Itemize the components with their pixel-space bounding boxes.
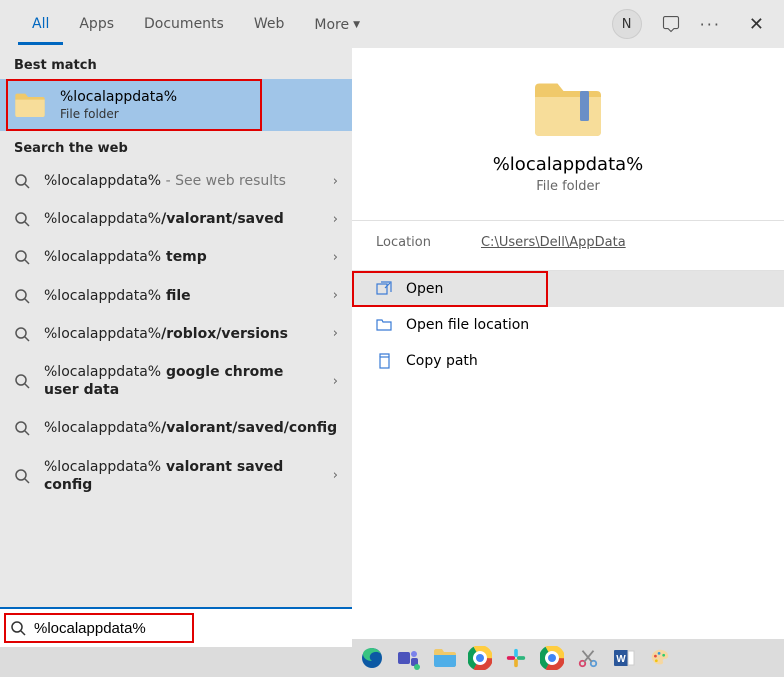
filter-tabs: All Apps Documents Web More▼ <box>18 4 374 45</box>
best-match-wrapper: %localappdata% File folder <box>0 79 352 131</box>
folder-icon <box>14 91 46 119</box>
action-open-location[interactable]: Open file location <box>352 307 784 343</box>
web-result-text: %localappdata% - See web results <box>44 172 319 190</box>
tab-more[interactable]: More▼ <box>300 4 374 45</box>
taskbar: W <box>352 639 784 677</box>
chevron-right-icon: › <box>333 212 338 227</box>
preview-title: %localappdata% <box>493 154 644 175</box>
web-result-text: %localappdata% valorant saved config <box>44 458 319 494</box>
web-result-5[interactable]: %localappdata% google chrome user data › <box>0 353 352 409</box>
folder-open-icon <box>376 317 392 333</box>
taskbar-snip[interactable] <box>574 644 602 672</box>
preview-subtitle: File folder <box>536 179 600 194</box>
taskbar-edge[interactable] <box>358 644 386 672</box>
best-match-title: %localappdata% <box>60 89 177 105</box>
search-web-header: Search the web <box>0 131 352 162</box>
location-row: Location C:\Users\Dell\AppData <box>352 221 784 264</box>
action-open-location-label: Open file location <box>406 317 529 333</box>
best-match-subtitle: File folder <box>60 107 177 121</box>
chevron-right-icon: › <box>333 468 338 483</box>
taskbar-left <box>0 647 352 677</box>
results-pane: Best match %localappdata% File folder Se… <box>0 48 352 647</box>
location-label: Location <box>376 235 431 250</box>
web-result-3[interactable]: %localappdata% file › <box>0 277 352 315</box>
close-button[interactable]: ✕ <box>741 10 772 39</box>
titlebar: All Apps Documents Web More▼ N ··· ✕ <box>0 0 784 48</box>
feedback-icon[interactable] <box>662 15 680 33</box>
taskbar-slack[interactable] <box>502 644 530 672</box>
search-bar[interactable] <box>0 607 352 647</box>
web-results-list: %localappdata% - See web results › %loca… <box>0 162 352 504</box>
web-result-text: %localappdata% google chrome user data <box>44 363 319 399</box>
chevron-down-icon: ▼ <box>353 20 360 30</box>
search-icon <box>14 373 30 389</box>
search-window: All Apps Documents Web More▼ N ··· ✕ Bes… <box>0 0 784 647</box>
search-icon <box>10 620 26 636</box>
chevron-right-icon: › <box>333 374 338 389</box>
chevron-right-icon: › <box>333 250 338 265</box>
more-options-icon[interactable]: ··· <box>700 15 721 34</box>
web-result-text: %localappdata% file <box>44 287 319 305</box>
search-icon <box>14 288 30 304</box>
tab-web[interactable]: Web <box>240 4 299 45</box>
taskbar-chrome-alt[interactable] <box>538 644 566 672</box>
taskbar-explorer[interactable] <box>430 644 458 672</box>
search-icon <box>14 326 30 342</box>
user-avatar[interactable]: N <box>612 9 642 39</box>
web-result-4[interactable]: %localappdata%/roblox/versions › <box>0 315 352 353</box>
chevron-right-icon: › <box>333 288 338 303</box>
web-result-1[interactable]: %localappdata%/valorant/saved › <box>0 200 352 238</box>
action-copy-path-label: Copy path <box>406 353 478 369</box>
best-match-item[interactable]: %localappdata% File folder <box>6 79 262 131</box>
best-match-header: Best match <box>0 48 352 79</box>
web-result-6[interactable]: %localappdata%/valorant/saved/config › <box>0 409 352 447</box>
web-result-0[interactable]: %localappdata% - See web results › <box>0 162 352 200</box>
taskbar-word[interactable]: W <box>610 644 638 672</box>
web-result-text: %localappdata% temp <box>44 248 319 266</box>
search-icon <box>14 468 30 484</box>
open-icon <box>376 281 392 297</box>
folder-icon-large <box>532 78 604 140</box>
web-result-2[interactable]: %localappdata% temp › <box>0 238 352 276</box>
search-input[interactable] <box>34 620 342 637</box>
copy-icon <box>376 353 392 369</box>
titlebar-actions: N ··· ✕ <box>612 9 772 39</box>
tab-documents[interactable]: Documents <box>130 4 238 45</box>
content-area: Best match %localappdata% File folder Se… <box>0 48 784 647</box>
action-open-label: Open <box>406 281 443 297</box>
taskbar-teams[interactable] <box>394 644 422 672</box>
web-result-text: %localappdata%/valorant/saved <box>44 210 319 228</box>
best-match-text: %localappdata% File folder <box>60 89 177 121</box>
location-link[interactable]: C:\Users\Dell\AppData <box>481 235 626 250</box>
preview-header: %localappdata% File folder <box>352 48 784 214</box>
web-result-text: %localappdata%/valorant/saved/config <box>44 419 337 437</box>
chevron-right-icon: › <box>333 326 338 341</box>
svg-text:W: W <box>616 654 626 665</box>
web-result-7[interactable]: %localappdata% valorant saved config › <box>0 448 352 504</box>
search-icon <box>14 211 30 227</box>
preview-pane: %localappdata% File folder Location C:\U… <box>352 48 784 647</box>
search-icon <box>14 173 30 189</box>
action-copy-path[interactable]: Copy path <box>352 343 784 379</box>
web-result-text: %localappdata%/roblox/versions <box>44 325 319 343</box>
chevron-right-icon: › <box>333 174 338 189</box>
taskbar-paint[interactable] <box>646 644 674 672</box>
tab-apps[interactable]: Apps <box>65 4 128 45</box>
action-open[interactable]: Open <box>352 271 548 307</box>
search-icon <box>14 249 30 265</box>
taskbar-chrome[interactable] <box>466 644 494 672</box>
tab-all[interactable]: All <box>18 4 63 45</box>
search-icon <box>14 420 30 436</box>
